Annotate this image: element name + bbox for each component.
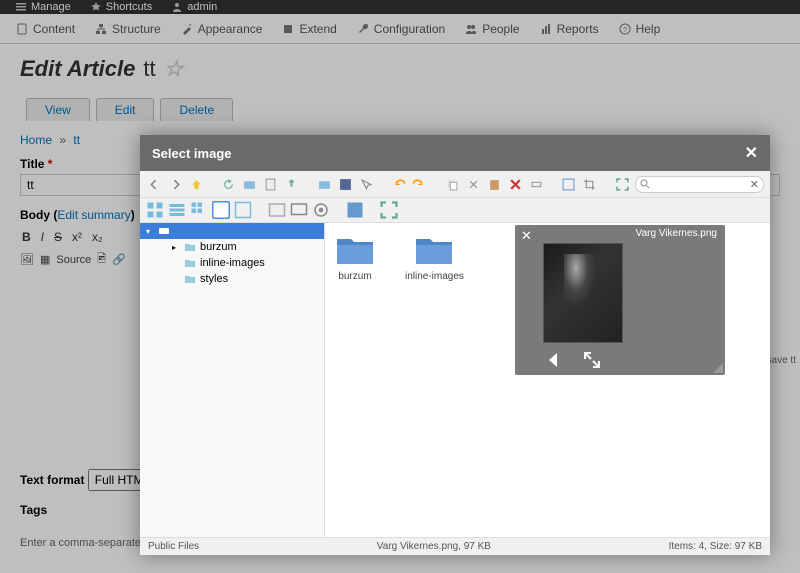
- fullscreen-button[interactable]: [614, 175, 631, 193]
- folder-icon: [184, 241, 196, 253]
- dialog-close-button[interactable]: ✕: [745, 143, 758, 163]
- open-button[interactable]: [316, 175, 333, 193]
- folder-icon: [184, 273, 196, 285]
- view-list-button[interactable]: [168, 201, 186, 219]
- folder-icon: [184, 257, 196, 269]
- search-icon: [640, 179, 650, 189]
- refresh-button[interactable]: [220, 175, 237, 193]
- tree-item[interactable]: inline-images: [140, 255, 324, 271]
- preview-filename: Varg Vikernes.png: [636, 228, 717, 239]
- search-input[interactable]: [650, 179, 750, 190]
- crop-button[interactable]: [581, 175, 598, 193]
- tree-root[interactable]: ▾: [140, 223, 324, 239]
- view-tree-button[interactable]: [234, 201, 252, 219]
- settings-button[interactable]: [312, 201, 330, 219]
- select-image-dialog: Select image ✕ ✕: [140, 135, 770, 555]
- paste-button[interactable]: [486, 175, 503, 193]
- forward-button[interactable]: [167, 175, 184, 193]
- status-center: Varg Vikernes.png, 97 KB: [377, 541, 491, 552]
- tree-expand-icon[interactable]: ▸: [172, 243, 180, 252]
- expand-button[interactable]: [380, 201, 398, 219]
- rename-button[interactable]: [528, 175, 545, 193]
- view-compact-button[interactable]: [190, 201, 208, 219]
- copy-button[interactable]: [444, 175, 461, 193]
- disk-icon: [158, 225, 170, 237]
- view-icons-button[interactable]: [146, 201, 164, 219]
- status-left: Public Files: [148, 541, 199, 552]
- delete-button[interactable]: [507, 175, 524, 193]
- upload-button[interactable]: [283, 175, 300, 193]
- search-clear-button[interactable]: ✕: [750, 178, 759, 191]
- status-right: Items: 4, Size: 97 KB: [669, 541, 762, 552]
- preview-image: [543, 243, 623, 343]
- dialog-titlebar: Select image ✕: [140, 135, 770, 171]
- image-preview-popup: ✕ Varg Vikernes.png: [515, 225, 725, 375]
- monitor-button[interactable]: [290, 201, 308, 219]
- preview-close-button[interactable]: ✕: [521, 228, 532, 244]
- select-all-button[interactable]: [346, 201, 364, 219]
- file-grid: burzum inline-images Varg Vikernes.png ✕…: [325, 223, 770, 537]
- save-button[interactable]: [337, 175, 354, 193]
- new-folder-button[interactable]: [241, 175, 258, 193]
- tree-item[interactable]: styles: [140, 271, 324, 287]
- tree-collapse-icon[interactable]: ▾: [146, 227, 154, 236]
- folder-icon: [414, 233, 454, 267]
- folder-tree: ▾ ▸ burzum inline-images styles: [140, 223, 325, 537]
- folder-icon: [335, 233, 375, 267]
- view-toolbar: [140, 198, 770, 223]
- back-button[interactable]: [146, 175, 163, 193]
- resize-button[interactable]: [560, 175, 577, 193]
- redo-button[interactable]: [411, 175, 428, 193]
- up-button[interactable]: [188, 175, 205, 193]
- select-button[interactable]: [358, 175, 375, 193]
- status-bar: Public Files Varg Vikernes.png, 97 KB It…: [140, 537, 770, 555]
- tree-item[interactable]: ▸ burzum: [140, 239, 324, 255]
- prev-arrow-icon[interactable]: [545, 351, 563, 369]
- file-browser-toolbar: ✕: [140, 171, 770, 198]
- file-folder[interactable]: inline-images: [405, 233, 464, 282]
- file-folder[interactable]: burzum: [335, 233, 375, 282]
- resize-handle-icon[interactable]: [713, 363, 723, 373]
- undo-button[interactable]: [390, 175, 407, 193]
- cut-button[interactable]: [465, 175, 482, 193]
- dialog-body: ▾ ▸ burzum inline-images styles: [140, 223, 770, 537]
- expand-arrows-icon[interactable]: [583, 351, 601, 369]
- view-preview-button[interactable]: [212, 201, 230, 219]
- dialog-title: Select image: [152, 146, 232, 161]
- image-tool-button[interactable]: [268, 201, 286, 219]
- search-box[interactable]: ✕: [635, 176, 764, 193]
- new-file-button[interactable]: [262, 175, 279, 193]
